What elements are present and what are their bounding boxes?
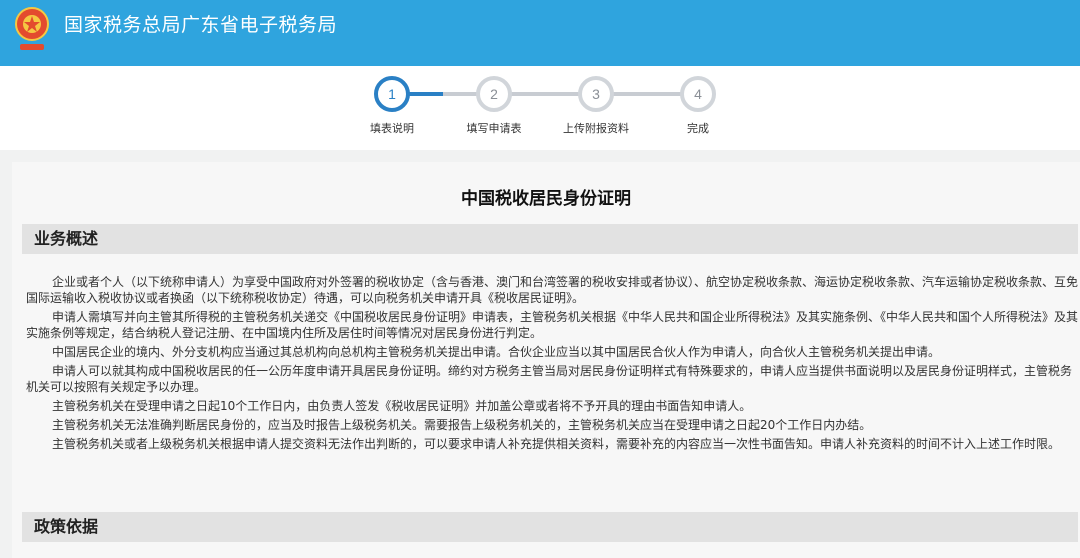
step-connector [508,92,588,96]
overview-text: 企业或者个人（以下统称申请人）为享受中国政府对外签署的税收协定（含与香港、澳门和… [26,274,1078,455]
paragraph: 申请人需填写并向主管其所得税的主管税务机关递交《中国税收居民身份证明》申请表，主… [26,310,1079,340]
site-header: 国家税务总局广东省电子税务局 [0,0,1080,66]
page-title: 中国税收居民身份证明 [461,189,631,209]
step-1-label: 填表说明 [370,122,414,135]
step-1-circle: 1 [374,76,410,112]
paragraph: 中国居民企业的境内、外分支机构应当通过其总机构向总机构主管税务机关提出申请。合伙… [52,345,941,359]
tax-emblem-icon [15,7,49,50]
step-connector [443,92,480,96]
paragraph: 企业或者个人（以下统称申请人）为享受中国政府对外签署的税收协定（含与香港、澳门和… [26,275,1079,305]
step-connector [405,92,443,96]
site-title: 国家税务总局广东省电子税务局 [64,14,338,36]
step-3-label: 上传附报资料 [563,122,629,135]
step-4-circle: 4 [680,76,716,112]
paragraph: 主管税务机关无法准确判断居民身份的，应当及时报告上级税务机关。需要报告上级税务机… [52,418,872,432]
divider [0,150,1080,162]
main-content[interactable]: 中国税收居民身份证明 业务概述 企业或者个人（以下统称申请人）为享受中国政府对外… [12,162,1080,558]
section-header-policy: 政策依据 [22,512,1078,542]
step-4-label: 完成 [687,122,709,135]
progress-steps: 1 2 3 4 填表说明 填写申请表 上传附报资料 完成 [0,66,1080,150]
step-2-label: 填写申请表 [466,122,522,135]
step-connector [612,92,688,96]
section-title: 政策依据 [34,517,99,536]
paragraph: 主管税务机关或者上级税务机关根据申请人提交资料无法作出判断的，可以要求申请人补充… [52,437,1061,451]
section-title: 业务概述 [34,229,99,248]
step-3-circle: 3 [578,76,614,112]
section-header-overview: 业务概述 [22,224,1078,254]
paragraph: 主管税务机关在受理申请之日起10个工作日内，由负责人签发《税收居民证明》并加盖公… [52,399,752,413]
step-2-circle: 2 [476,76,512,112]
paragraph: 申请人可以就其构成中国税收居民的任一公历年度申请开具居民身份证明。缔约对方税务主… [26,364,1073,394]
